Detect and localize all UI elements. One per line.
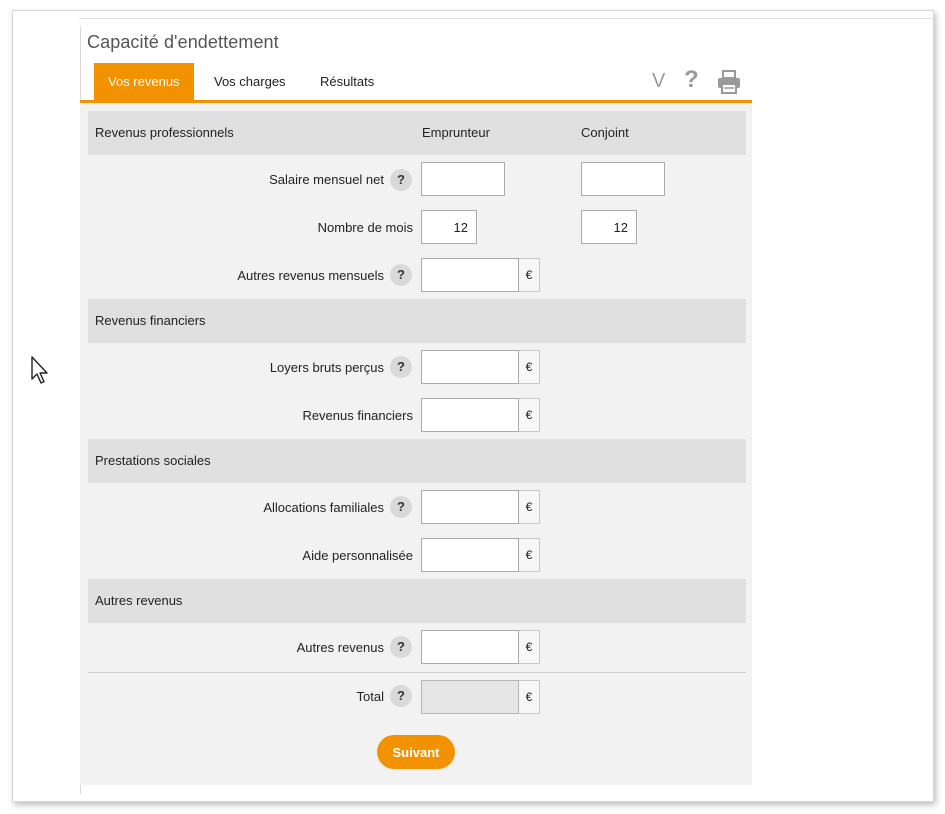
collapse-icon[interactable]: V — [652, 70, 665, 93]
toolbar-icons: V ? — [650, 66, 750, 98]
other-monthly-help-icon[interactable]: ? — [390, 264, 412, 286]
section-title: Prestations sociales — [95, 453, 211, 468]
other-monthly-input[interactable] — [421, 258, 519, 292]
salary-spouse-input[interactable] — [581, 162, 665, 196]
salary-label: Salaire mensuel net — [269, 172, 384, 187]
form-content: Revenus professionnels Emprunteur Conjoi… — [80, 103, 752, 785]
tab-resultats[interactable]: Résultats — [306, 63, 388, 100]
financial-income-label: Revenus financiers — [302, 408, 413, 423]
months-label: Nombre de mois — [317, 220, 413, 235]
rent-help-icon[interactable]: ? — [390, 356, 412, 378]
euro-unit: € — [519, 490, 540, 524]
other-income-help-icon[interactable]: ? — [390, 636, 412, 658]
section-revenus-financiers: Revenus financiers — [88, 299, 746, 343]
section-title: Autres revenus — [95, 593, 183, 608]
euro-unit: € — [519, 630, 540, 664]
tab-vos-charges[interactable]: Vos charges — [200, 63, 300, 100]
page-title: Capacité d'endettement — [87, 32, 279, 52]
other-income-label: Autres revenus — [296, 640, 384, 655]
section-prestations-sociales: Prestations sociales — [88, 439, 746, 483]
section-autres-revenus: Autres revenus — [88, 579, 746, 623]
family-allowance-help-icon[interactable]: ? — [390, 496, 412, 518]
months-borrower-input[interactable] — [421, 210, 477, 244]
family-allowance-input[interactable] — [421, 490, 519, 524]
family-allowance-label: Allocations familiales — [263, 500, 384, 515]
financial-income-input[interactable] — [421, 398, 519, 432]
total-label: Total — [356, 689, 384, 704]
section-title: Revenus financiers — [95, 313, 206, 328]
total-help-icon[interactable]: ? — [390, 685, 412, 707]
salary-borrower-input[interactable] — [421, 162, 505, 196]
print-icon[interactable] — [716, 69, 742, 95]
euro-unit: € — [519, 258, 540, 292]
frame-top-line — [79, 18, 934, 19]
other-income-input[interactable] — [421, 630, 519, 664]
mouse-pointer-icon — [31, 356, 48, 384]
housing-aid-input[interactable] — [421, 538, 519, 572]
tab-vos-revenus[interactable]: Vos revenus — [94, 63, 194, 100]
column-emprunteur: Emprunteur — [422, 125, 490, 140]
next-button[interactable]: Suivant — [377, 735, 455, 769]
section-revenus-professionnels: Revenus professionnels Emprunteur Conjoi… — [88, 111, 746, 155]
rent-input[interactable] — [421, 350, 519, 384]
rent-label: Loyers bruts perçus — [269, 360, 384, 375]
euro-unit: € — [519, 398, 540, 432]
other-monthly-label: Autres revenus mensuels — [237, 268, 384, 283]
euro-unit: € — [519, 680, 540, 714]
salary-help-icon[interactable]: ? — [390, 169, 412, 191]
total-divider — [88, 672, 746, 673]
euro-unit: € — [519, 538, 540, 572]
section-title: Revenus professionnels — [95, 125, 234, 140]
help-icon[interactable]: ? — [684, 66, 699, 94]
euro-unit: € — [519, 350, 540, 384]
column-conjoint: Conjoint — [581, 125, 629, 140]
months-spouse-input[interactable] — [581, 210, 637, 244]
housing-aid-label: Aide personnalisée — [302, 548, 413, 563]
total-output — [421, 680, 519, 714]
